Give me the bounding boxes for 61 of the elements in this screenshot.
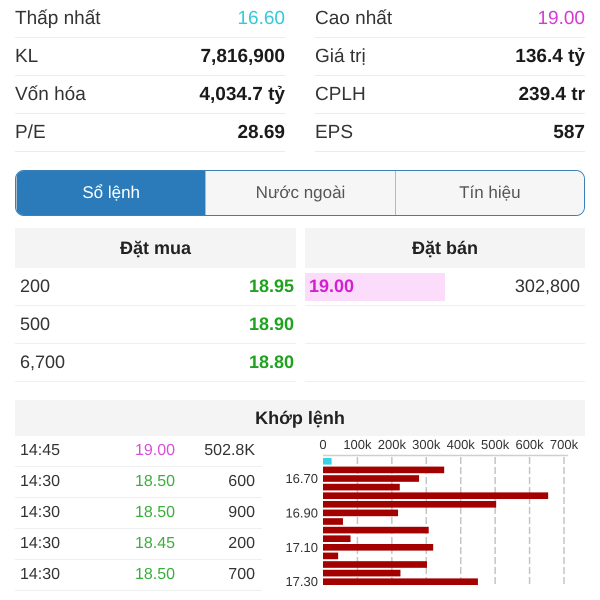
stat-label: KL bbox=[15, 46, 38, 68]
stat-label: Cao nhất bbox=[315, 8, 392, 30]
stat-label: EPS bbox=[315, 122, 354, 144]
stat-value: 4,034.7 tỷ bbox=[199, 84, 285, 106]
time-cell-text: 14:30 bbox=[19, 566, 62, 584]
volume-cell-text: 6,700 bbox=[19, 352, 66, 373]
stat-value: 19.00 bbox=[537, 8, 585, 30]
axis-label: 400k bbox=[446, 437, 475, 452]
tab[interactable]: Nước ngoài bbox=[205, 171, 395, 215]
price-cell-text: 18.50 bbox=[134, 473, 175, 491]
time-cell-text: 14:30 bbox=[19, 473, 62, 491]
stat-label: Thấp nhất bbox=[15, 8, 101, 30]
stat-label: CPLH bbox=[315, 84, 366, 106]
tab[interactable]: Tín hiệu bbox=[394, 171, 584, 215]
stat-value: 587 bbox=[553, 122, 585, 144]
axis-label: 700k bbox=[550, 437, 578, 452]
stat-value: 239.4 tr bbox=[518, 84, 585, 106]
price-cell-text: 18.45 bbox=[134, 535, 175, 553]
stat-value: 136.4 tỷ bbox=[515, 46, 585, 68]
stat-label: Vốn hóa bbox=[15, 84, 86, 106]
axis-label: 300k bbox=[412, 437, 440, 452]
volume-cell-text: 302,800 bbox=[514, 276, 581, 297]
axis-label: 200k bbox=[378, 437, 406, 452]
volume-bar bbox=[323, 535, 351, 542]
volume-cell-text: 200 bbox=[227, 535, 255, 553]
time-cell-text: 14:30 bbox=[19, 504, 62, 522]
section-header: Khớp lệnh bbox=[15, 400, 585, 436]
price-cell-text: 18.50 bbox=[134, 504, 175, 522]
price-cell-text: 18.95 bbox=[248, 276, 295, 297]
volume-cell-text: 600 bbox=[227, 473, 255, 491]
stat-label: P/E bbox=[15, 122, 46, 144]
stat-label: Giá trị bbox=[315, 46, 366, 68]
volume-cell-text: 500 bbox=[19, 314, 52, 335]
time-cell-text: 14:30 bbox=[19, 535, 62, 553]
volume-cell-text: 200 bbox=[19, 276, 52, 297]
price-cell-text: 19.00 bbox=[134, 442, 175, 460]
price-cell-text: 18.50 bbox=[134, 566, 175, 584]
stat-value: 16.60 bbox=[237, 8, 285, 30]
price-cell-text: 18.80 bbox=[248, 352, 295, 373]
volume-cell-text: 900 bbox=[227, 504, 255, 522]
volume-bar bbox=[323, 458, 332, 465]
volume-cell-text: 502.8K bbox=[203, 442, 255, 460]
stat-value: 28.69 bbox=[237, 122, 285, 144]
axis-label: 600k bbox=[515, 437, 544, 452]
axis-label: 0 bbox=[319, 437, 327, 452]
price-cell-text: 18.90 bbox=[248, 314, 295, 335]
price-label: 16.70 bbox=[285, 471, 318, 486]
axis-label: 500k bbox=[481, 437, 510, 452]
column-header: Đặt mua bbox=[15, 228, 296, 268]
axis-label: 100k bbox=[343, 437, 372, 452]
volume-bar bbox=[323, 518, 343, 525]
stat-value: 7,816,900 bbox=[200, 46, 285, 68]
price-label: 16.90 bbox=[285, 505, 318, 520]
time-cell-text: 14:45 bbox=[19, 442, 62, 460]
column-header: Đặt bán bbox=[305, 228, 585, 268]
volume-cell-text: 700 bbox=[227, 566, 255, 584]
price-label: 17.10 bbox=[285, 540, 318, 555]
price-cell: 19.00 bbox=[305, 272, 445, 300]
tab[interactable]: Sổ lệnh bbox=[16, 171, 206, 215]
price-label: 17.30 bbox=[285, 574, 318, 590]
volume-bar bbox=[323, 552, 338, 560]
